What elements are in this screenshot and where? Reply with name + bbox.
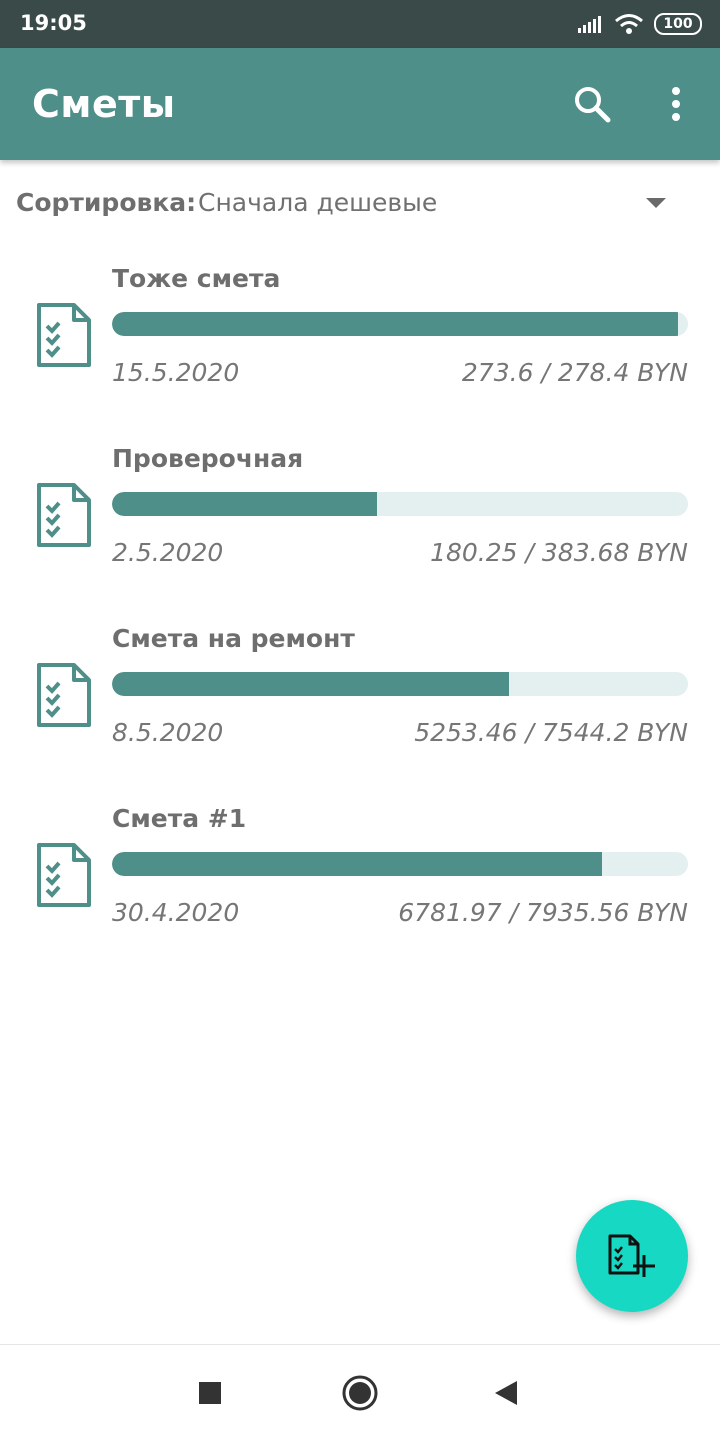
recents-square-icon	[199, 1382, 221, 1404]
estimate-item[interactable]: Смета на ремонт 8.5.2020 5253.46 / 7544.…	[0, 622, 720, 772]
recents-button[interactable]	[190, 1373, 230, 1413]
estimate-amount: 6781.97 / 7935.56 BYN	[398, 898, 688, 927]
estimate-amount: 273.6 / 278.4 BYN	[461, 358, 688, 387]
app-bar: Сметы	[0, 48, 720, 160]
dropdown-arrow-icon	[646, 198, 666, 208]
estimate-amount: 180.25 / 383.68 BYN	[430, 538, 688, 567]
battery-icon: 100	[654, 13, 702, 35]
checklist-document-icon	[37, 663, 91, 727]
estimate-progress-bar	[112, 492, 688, 516]
sort-label: Сортировка:	[16, 188, 197, 217]
page-title: Сметы	[32, 82, 176, 126]
checklist-document-icon	[37, 843, 91, 907]
estimate-progress-bar	[112, 672, 688, 696]
estimate-item[interactable]: Смета #1 30.4.2020 6781.97 / 7935.56 BYN	[0, 802, 720, 952]
estimate-date: 30.4.2020	[112, 898, 240, 927]
estimate-progress-fill	[112, 852, 602, 876]
more-options-button[interactable]	[654, 82, 698, 126]
estimate-date: 8.5.2020	[112, 718, 224, 747]
add-estimate-button[interactable]	[576, 1200, 688, 1312]
sort-selector[interactable]: Сортировка: Сначала дешевые	[16, 182, 696, 222]
checklist-document-icon	[37, 483, 91, 547]
estimate-item[interactable]: Тоже смета 15.5.2020 273.6 / 278.4 BYN	[0, 262, 720, 412]
estimate-item[interactable]: Проверочная 2.5.2020 180.25 / 383.68 BYN	[0, 442, 720, 592]
estimate-progress-fill	[112, 312, 679, 336]
estimate-name: Смета на ремонт	[112, 624, 355, 653]
wifi-icon	[615, 14, 643, 34]
back-triangle-icon	[495, 1381, 517, 1405]
system-nav-bar	[0, 1344, 720, 1441]
estimate-name: Тоже смета	[112, 264, 281, 293]
home-button[interactable]	[340, 1373, 380, 1413]
search-button[interactable]	[570, 82, 614, 126]
home-circle-icon	[342, 1375, 378, 1411]
estimate-progress-bar	[112, 852, 688, 876]
more-vert-icon	[672, 87, 680, 121]
signal-icon	[578, 16, 601, 33]
estimate-progress-fill	[112, 492, 377, 516]
estimate-date: 15.5.2020	[112, 358, 240, 387]
estimate-date: 2.5.2020	[112, 538, 224, 567]
estimate-progress-fill	[112, 672, 510, 696]
estimate-progress-bar	[112, 312, 688, 336]
status-icons: 100	[576, 12, 702, 36]
status-bar: 19:05 100	[0, 0, 720, 48]
status-time: 19:05	[20, 11, 87, 35]
estimate-name: Проверочная	[112, 444, 304, 473]
sort-value: Сначала дешевые	[198, 188, 438, 217]
checklist-document-icon	[37, 303, 91, 367]
search-icon	[575, 87, 611, 123]
estimate-amount: 5253.46 / 7544.2 BYN	[414, 718, 688, 747]
back-button[interactable]	[486, 1373, 526, 1413]
estimate-name: Смета #1	[112, 804, 247, 833]
add-estimate-icon	[608, 1234, 655, 1277]
